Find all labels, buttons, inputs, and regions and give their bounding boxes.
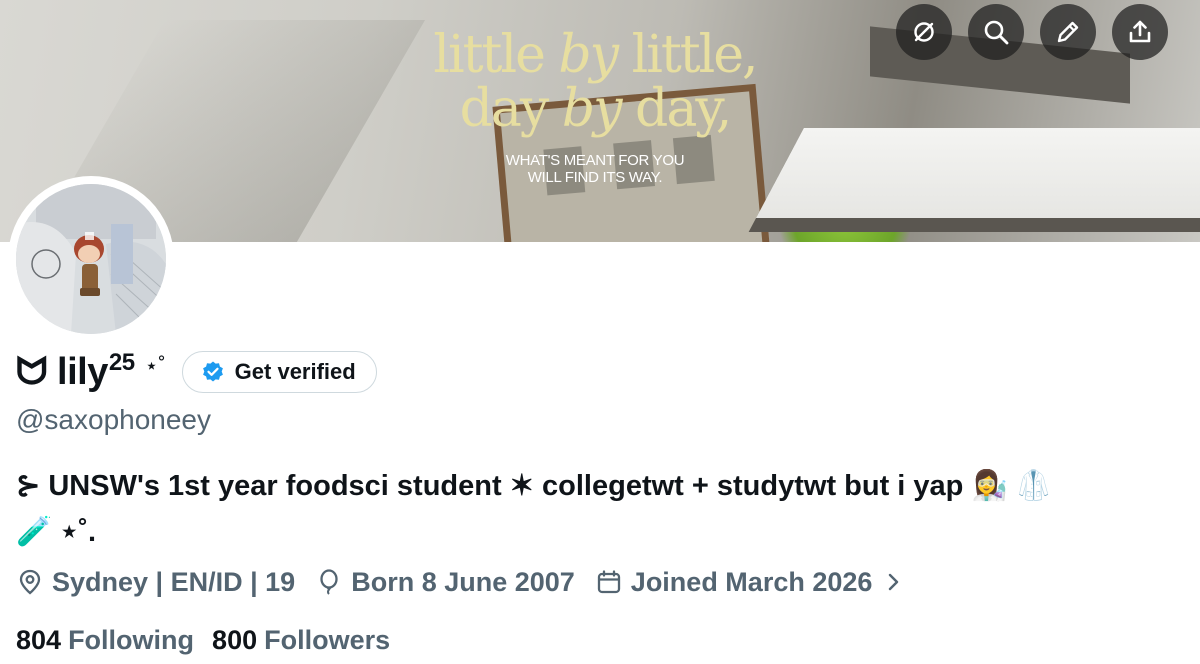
get-verified-label: Get verified xyxy=(234,359,356,384)
verified-badge-icon xyxy=(202,361,223,382)
calendar-icon xyxy=(597,570,620,594)
profile-bio: ⊱ UNSW's 1st year foodsci student ✶ coll… xyxy=(16,463,1186,555)
banner-quote-line2: day by day, xyxy=(459,79,733,139)
chevron-right-icon xyxy=(889,573,899,591)
search-icon xyxy=(984,20,1009,45)
search-button[interactable] xyxy=(968,4,1024,60)
avatar[interactable] xyxy=(16,184,166,334)
birthday-item: Born 8 June 2007 xyxy=(315,567,575,598)
profile-meta: Sydney | EN/ID | 19 Born 8 June 2007 Joi… xyxy=(16,562,932,602)
location-pin-icon xyxy=(19,569,41,595)
location-item: Sydney | EN/ID | 19 xyxy=(16,567,295,598)
following-count[interactable]: 804 xyxy=(16,625,61,656)
banner-quote: little by little, day by day, WHAT'S MEA… xyxy=(420,25,770,186)
profile-name-row: ᗢ lily 25 ⋆˚ Get verified xyxy=(16,346,377,398)
share-button[interactable] xyxy=(1112,4,1168,60)
bio-line: ⊱ UNSW's 1st year foodsci student ✶ coll… xyxy=(16,470,1052,502)
profile-stats: 804 Following 800 Followers xyxy=(16,620,408,660)
edit-icon xyxy=(1057,21,1079,43)
bio-line: 🧪 ⋆˚. xyxy=(16,516,97,548)
edit-button[interactable] xyxy=(1040,4,1096,60)
banner-quote-line1: little by little, xyxy=(433,25,758,85)
joined-item[interactable]: Joined March 2026 xyxy=(595,567,913,598)
location-text: Sydney | EN/ID | 19 xyxy=(52,566,296,597)
followers-label[interactable]: Followers xyxy=(264,625,390,656)
profile-handle: @saxophoneey xyxy=(16,404,212,435)
avatar-image xyxy=(16,184,166,334)
following-label[interactable]: Following xyxy=(68,625,194,656)
balloon-icon xyxy=(320,569,338,595)
joined-text: Joined March 2026 xyxy=(630,566,873,597)
birthday-text: Born 8 June 2007 xyxy=(351,566,575,597)
no-wifi-button[interactable] xyxy=(896,4,952,60)
profile-banner[interactable]: little by little, day by day, WHAT'S MEA… xyxy=(0,0,1200,242)
name-decoration: ⋆˚ xyxy=(144,353,166,378)
followers-count[interactable]: 800 xyxy=(212,625,257,656)
banner-quote-sub: WHAT'S MEANT FOR YOU WILL FIND ITS WAY. xyxy=(505,152,685,186)
banner-table xyxy=(756,128,1200,218)
share-icon xyxy=(1129,20,1151,43)
display-name: ᗢ lily 25 xyxy=(16,348,135,393)
get-verified-button[interactable]: Get verified xyxy=(181,351,377,393)
no-wifi-icon xyxy=(914,22,934,42)
